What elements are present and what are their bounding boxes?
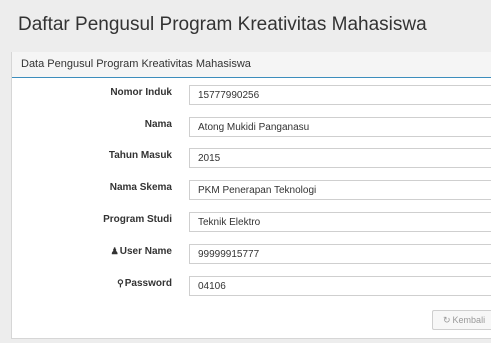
pengusul-panel: Data Pengusul Program Kreativitas Mahasi…: [11, 52, 491, 339]
key-icon: ⚲: [117, 278, 124, 288]
program-studi-label: Program Studi: [103, 214, 172, 225]
tahun-masuk-field[interactable]: [189, 148, 491, 168]
back-button[interactable]: ↻ Kembali: [432, 310, 491, 330]
page-title: Daftar Pengusul Program Kreativitas Maha…: [18, 14, 427, 35]
user-name-label: ♟User Name: [111, 246, 172, 257]
field-row-nama-skema: Nama Skema: [12, 180, 491, 204]
field-row-nama: Nama: [12, 117, 491, 141]
field-row-tahun-masuk: Tahun Masuk: [12, 148, 491, 172]
tahun-masuk-label: Tahun Masuk: [108, 150, 172, 161]
password-label: ⚲Password: [117, 278, 172, 289]
panel-heading-text: Data Pengusul Program Kreativitas Mahasi…: [21, 58, 251, 70]
field-row-nomor-induk: Nomor Induk: [12, 85, 491, 109]
password-label-text: Password: [124, 278, 172, 289]
panel-heading: Data Pengusul Program Kreativitas Mahasi…: [12, 52, 491, 78]
field-row-user-name: ♟User Name: [12, 244, 491, 268]
field-row-password: ⚲Password: [12, 276, 491, 300]
program-studi-field[interactable]: [189, 212, 491, 232]
nama-field[interactable]: [189, 117, 491, 137]
nama-skema-field[interactable]: [189, 180, 491, 200]
field-row-program-studi: Program Studi: [12, 212, 491, 236]
nomor-induk-label: Nomor Induk: [110, 87, 172, 98]
nama-label: Nama: [144, 119, 172, 130]
nomor-induk-field[interactable]: [189, 85, 491, 105]
user-name-field[interactable]: [189, 244, 491, 264]
user-name-label-text: User Name: [119, 246, 172, 257]
undo-icon: ↻: [443, 315, 451, 325]
nama-skema-label: Nama Skema: [109, 182, 172, 193]
user-icon: ♟: [110, 246, 119, 256]
back-button-label: Kembali: [452, 315, 486, 325]
password-field[interactable]: [189, 276, 491, 296]
